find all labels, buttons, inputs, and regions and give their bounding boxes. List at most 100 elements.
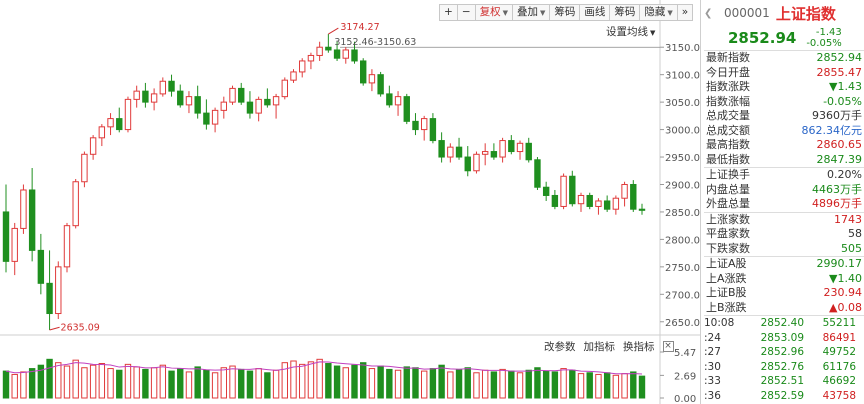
zoom-in-button[interactable]: + xyxy=(439,4,458,21)
chevron-down-icon: ▼ xyxy=(667,9,673,17)
candle-body xyxy=(525,142,532,161)
stat-value: 4896万手 xyxy=(812,197,862,210)
candle-body xyxy=(534,159,541,188)
kline-chart-area[interactable]: 3150.00 3100.00 3050.00 3000.00 2950.00 2900.… xyxy=(0,0,701,404)
overlay-button[interactable]: 叠加 ▼ xyxy=(512,4,551,21)
tick-row: :36 2852.59 43758 xyxy=(704,389,864,404)
candle-body xyxy=(342,49,349,59)
zoom-out-button[interactable]: − xyxy=(456,4,476,21)
price-tick-label: 2700.00 xyxy=(665,290,700,301)
chips-button[interactable]: 筹码 xyxy=(549,4,581,21)
price-tick-label: 2800.00 xyxy=(665,235,700,246)
chips-button-2[interactable]: 筹码 xyxy=(609,4,641,21)
candle-body xyxy=(542,186,550,196)
volume-bar xyxy=(238,368,245,399)
stat-label: 总成交额 xyxy=(706,123,750,137)
stat-label: 最高指数 xyxy=(706,138,750,151)
candle-body xyxy=(316,46,323,56)
stat-label: 指数涨跌 xyxy=(706,80,750,93)
candle-body xyxy=(630,183,637,210)
volume-bar xyxy=(360,362,367,399)
volume-bar xyxy=(447,371,454,399)
stat-value: ▲0.08 xyxy=(829,300,862,314)
price-tick-label: 2950.00 xyxy=(665,153,700,164)
candle-body xyxy=(299,60,306,73)
volume-bar xyxy=(403,366,410,399)
price-tick-label: 2900.00 xyxy=(665,180,700,191)
candle-body xyxy=(577,194,585,205)
stat-row: 今日开盘 2855.47 xyxy=(704,66,864,81)
volume-bar xyxy=(525,369,532,399)
volume-bar xyxy=(420,370,428,399)
tick-time: :24 xyxy=(704,331,721,344)
volume-bar xyxy=(98,363,106,399)
price-tick-label: 3150.00 xyxy=(665,43,700,54)
stat-row: 下跌家数 505 xyxy=(704,242,864,257)
candle-body xyxy=(150,93,158,103)
candle-body xyxy=(168,80,175,92)
stat-row: 指数涨幅 -0.05% xyxy=(704,95,864,110)
volume-bar xyxy=(107,368,114,399)
edit-params-button[interactable]: 改参数 xyxy=(544,339,576,354)
candle-body xyxy=(55,266,62,315)
candle-body xyxy=(20,189,27,229)
candle-body xyxy=(473,153,480,172)
switch-indicator-button[interactable]: 换指标 xyxy=(623,339,655,354)
volume-bar xyxy=(586,372,593,399)
volume-bar xyxy=(455,368,463,399)
tick-row: 10:08 2852.40 55211 xyxy=(704,316,864,331)
stat-row: 内盘总量 4463万手 xyxy=(704,183,864,198)
volume-bar xyxy=(577,373,585,399)
tick-price: 2853.09 xyxy=(760,331,804,344)
candle-body xyxy=(333,49,341,59)
candle-body xyxy=(377,74,384,95)
tick-row: :33 2852.51 46692 xyxy=(704,374,864,389)
volume-tick-label: 2.69 xyxy=(674,371,696,382)
stat-label: 指数涨幅 xyxy=(706,94,750,108)
close-icon[interactable]: × xyxy=(662,341,674,352)
current-price: 2852.94 xyxy=(728,29,797,47)
candle-body xyxy=(429,118,437,142)
tick-row: :30 2852.76 61176 xyxy=(704,360,864,375)
adjust-button[interactable]: 复权 ▼ xyxy=(474,4,514,21)
volume-bar xyxy=(464,367,471,399)
stat-label: 今日开盘 xyxy=(706,65,750,79)
volume-bar xyxy=(429,368,437,399)
volume-bar xyxy=(377,365,384,399)
candle-body xyxy=(185,96,193,106)
price-change: -1.43 -0.05% xyxy=(806,27,841,49)
volume-bar xyxy=(81,367,88,399)
tick-list: 10:08 2852.40 55211:24 2853.09 86491:27 2852.… xyxy=(704,315,864,403)
tick-time: 10:08 xyxy=(704,317,735,329)
candle-body xyxy=(46,282,53,315)
expand-button[interactable]: » xyxy=(676,4,694,21)
candle-body xyxy=(499,140,506,158)
chevron-down-icon: ▼ xyxy=(650,29,656,37)
candle-body xyxy=(281,79,288,98)
stat-value: ▼1.43 xyxy=(829,80,862,93)
volume-bar xyxy=(229,365,236,399)
candle-body xyxy=(28,189,36,251)
stat-row: 上A涨跌 ▼1.40 xyxy=(704,272,864,287)
volume-bar xyxy=(481,369,489,399)
candle-body xyxy=(586,194,593,207)
candle-body xyxy=(403,96,410,122)
draw-line-button[interactable]: 画线 xyxy=(579,4,611,21)
volume-bar xyxy=(394,369,402,399)
ma-settings-button[interactable]: 设置均线 ▼ xyxy=(606,24,655,39)
volume-bar xyxy=(638,375,646,399)
candle-body xyxy=(211,109,219,125)
tick-price: 2852.96 xyxy=(760,346,804,358)
overlay-label: 叠加 xyxy=(517,6,539,18)
candle-body xyxy=(142,90,149,103)
volume-bar xyxy=(220,367,228,399)
collapse-arrow-icon[interactable]: ❮ xyxy=(704,8,714,19)
hide-label: 隐藏 xyxy=(644,6,666,18)
candle-body xyxy=(116,118,123,131)
adjust-label: 复权 xyxy=(479,6,501,18)
tick-time: :27 xyxy=(704,346,721,358)
hide-button[interactable]: 隐藏 ▼ xyxy=(639,4,678,21)
volume-bar xyxy=(124,363,132,399)
volume-bar xyxy=(325,363,332,399)
add-indicator-button[interactable]: 加指标 xyxy=(584,339,616,354)
